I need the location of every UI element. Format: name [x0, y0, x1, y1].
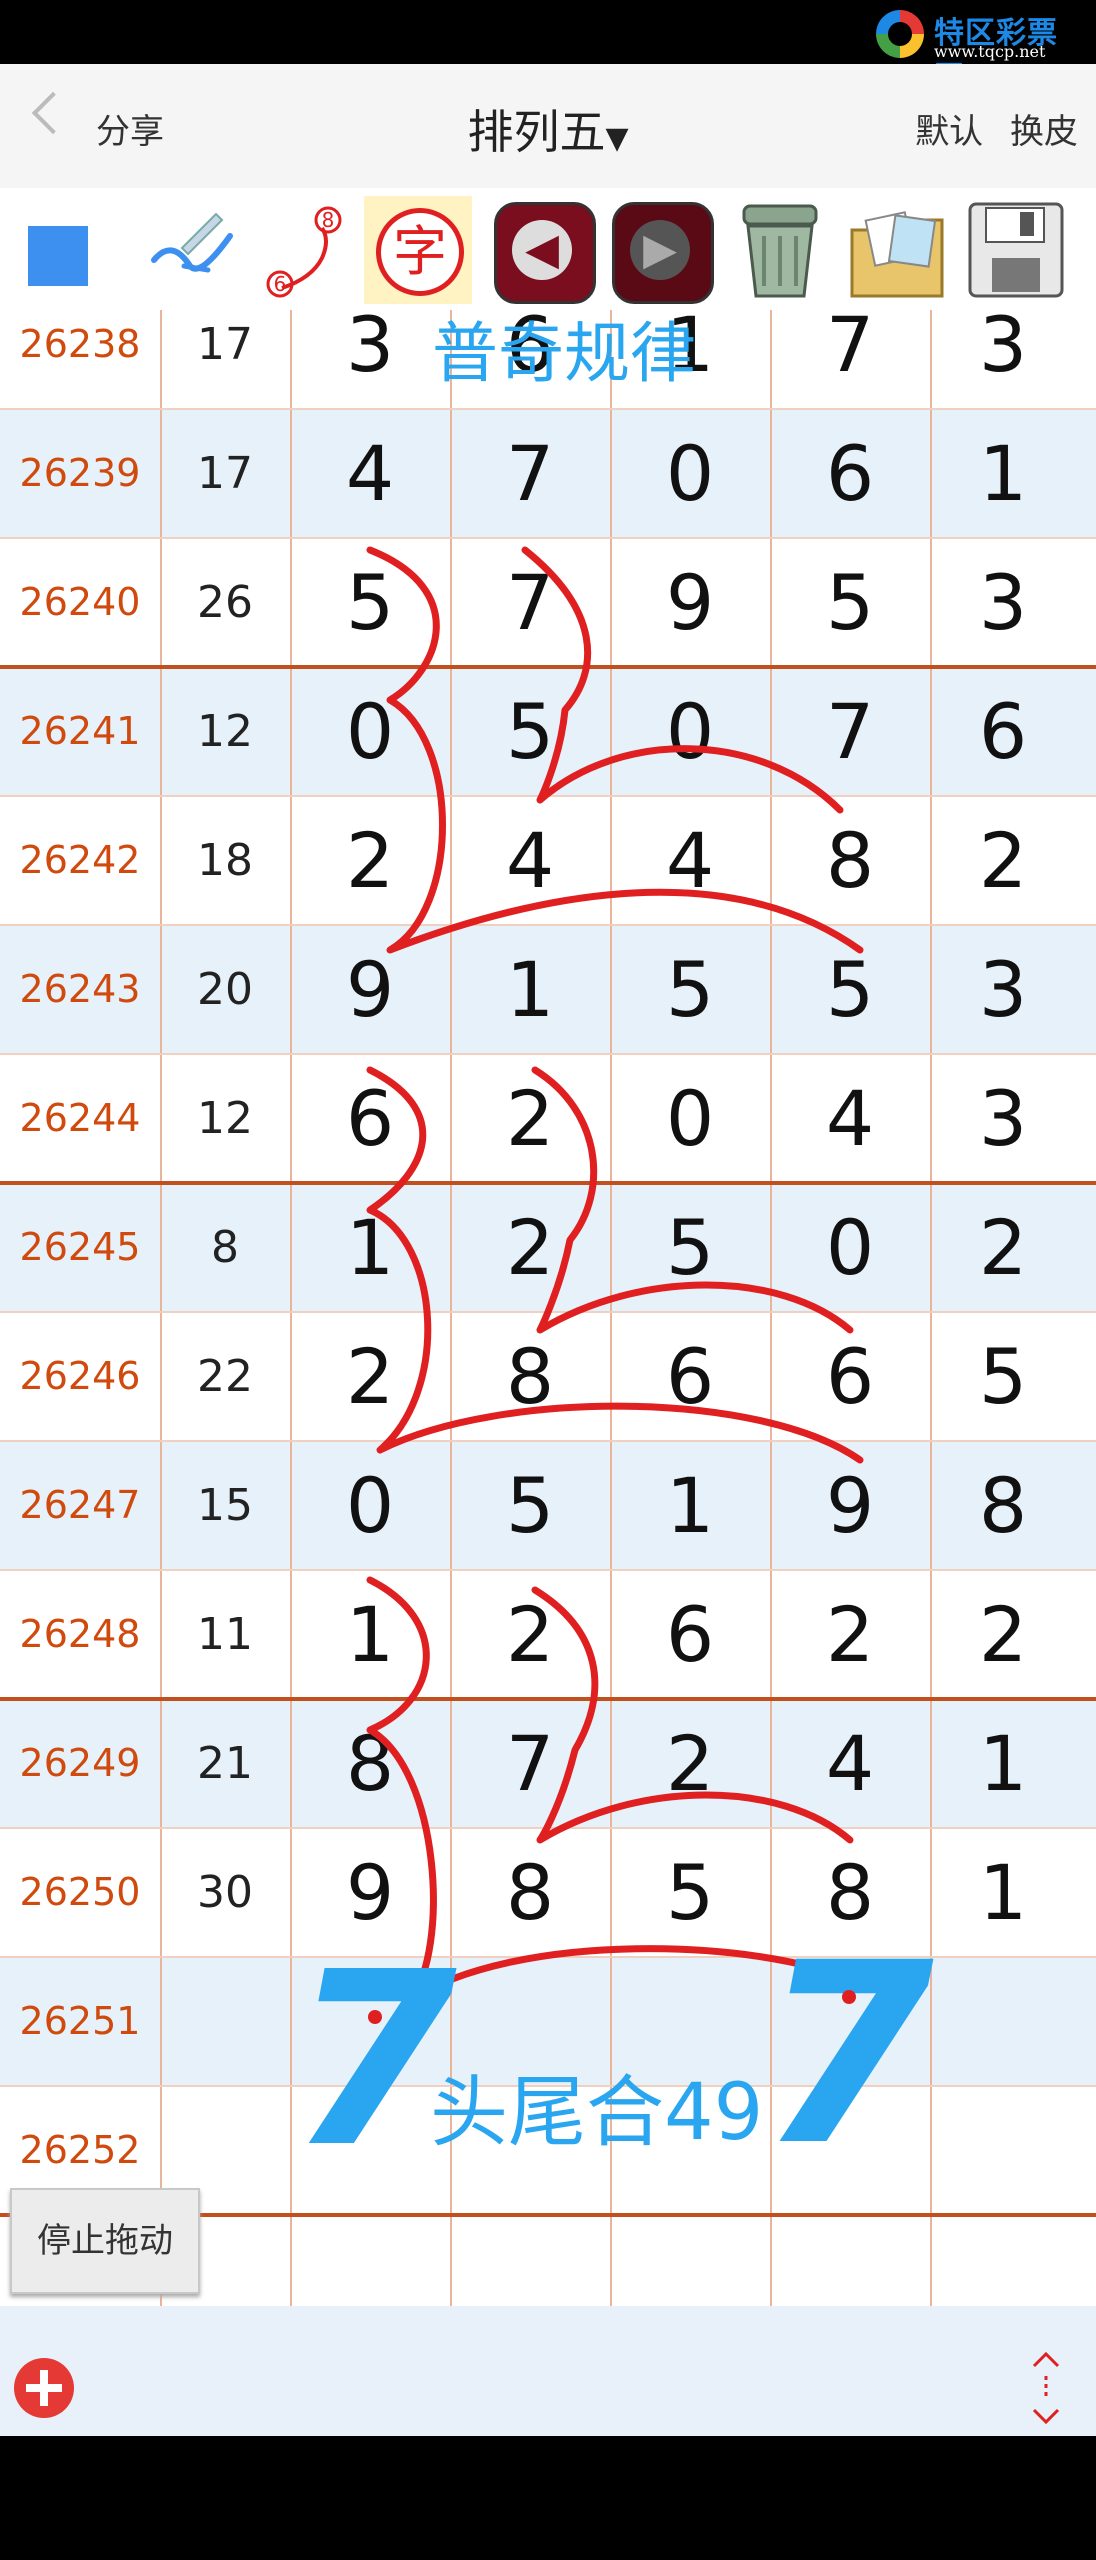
- logo-url: www.tqcp.net: [934, 42, 1046, 61]
- image-icon[interactable]: [844, 196, 952, 304]
- badge-bottom: 6: [274, 272, 287, 296]
- save-icon[interactable]: [962, 196, 1070, 304]
- stop-drag-button[interactable]: 停止拖动: [10, 2188, 200, 2294]
- badge-top: 8: [322, 208, 335, 232]
- mark-left: 7: [290, 1920, 457, 2200]
- skin-default-button[interactable]: 默认: [915, 112, 983, 152]
- site-logo: 特区彩票网 www.tqcp.net: [876, 6, 1086, 95]
- drawing-toolbar: 8 6 字 ◀ ▶: [0, 188, 1096, 310]
- line-tool-icon[interactable]: 8 6: [252, 196, 360, 304]
- title-text: 排列五: [467, 105, 606, 159]
- resize-handle-icon[interactable]: [1026, 2350, 1066, 2426]
- pen-icon[interactable]: [140, 196, 248, 304]
- pen-dot: [368, 2010, 382, 2024]
- logo-ring-icon: [876, 10, 924, 58]
- trash-icon[interactable]: [726, 196, 834, 304]
- add-icon[interactable]: [14, 2358, 74, 2418]
- text-tool-char: 字: [393, 220, 447, 283]
- top-bar: 分享 排列五▼ 默认 换皮: [0, 64, 1096, 188]
- note-top: 普奇规律: [432, 315, 696, 392]
- pen-strokes: [366, 546, 864, 2004]
- color-square-icon[interactable]: [8, 196, 116, 304]
- caret-down-icon: ▼: [605, 121, 629, 156]
- redo-icon[interactable]: ▶: [608, 196, 716, 304]
- skin-change-button[interactable]: 换皮: [1010, 112, 1078, 152]
- navigation-bar: [0, 2436, 1096, 2560]
- text-tool-icon[interactable]: 字: [364, 196, 472, 304]
- note-bottom: 头尾合49: [430, 2068, 764, 2158]
- lottery-grid[interactable]: 26238 17 3 6 1 7 3 26239 17 4 7 0 6 1 26240 26 5 7 9 5 3 2624…: [0, 310, 1096, 2306]
- skin-controls: 默认 换皮: [899, 104, 1078, 153]
- bottom-bar: [0, 2306, 1096, 2436]
- pen-dot: [842, 1990, 856, 2004]
- mark-right: 7: [760, 1909, 934, 2200]
- undo-icon[interactable]: ◀: [490, 196, 598, 304]
- status-bar: 特区彩票网 www.tqcp.net: [0, 0, 1096, 95]
